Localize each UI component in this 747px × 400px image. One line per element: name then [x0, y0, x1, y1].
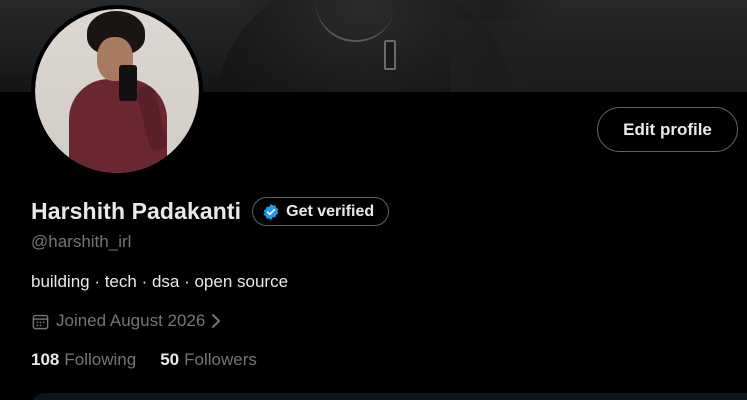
bottom-card	[31, 393, 747, 400]
banner-pendant	[384, 40, 396, 70]
chevron-right-icon	[212, 314, 221, 328]
followers-count: 50	[160, 350, 180, 369]
display-name: Harshith Padakanti	[31, 198, 242, 224]
profile-page: Edit profile Harshith Padakanti Get veri…	[0, 0, 747, 400]
avatar[interactable]	[31, 5, 203, 177]
calendar-icon	[32, 314, 49, 329]
verified-badge-icon	[264, 203, 279, 220]
followers-label: Followers	[184, 350, 257, 369]
following-label: Following	[64, 350, 137, 369]
get-verified-label: Get verified	[286, 202, 375, 220]
handle: @harshith_irl	[31, 232, 132, 251]
followers-link[interactable]: 50 Followers	[160, 350, 257, 370]
avatar-photo	[35, 9, 199, 173]
banner-trees	[450, 20, 747, 92]
avatar-phone	[119, 65, 137, 101]
following-count: 108	[31, 350, 60, 369]
bio: building · tech · dsa · open source	[31, 272, 289, 291]
follow-stats: 108 Following 50 Followers	[31, 350, 281, 370]
joined-date-row[interactable]: Joined August 2026	[31, 311, 223, 331]
get-verified-button[interactable]: Get verified	[252, 197, 390, 226]
following-link[interactable]: 108 Following	[31, 350, 136, 370]
edit-profile-button[interactable]: Edit profile	[597, 107, 738, 152]
joined-date: Joined August 2026	[56, 311, 206, 330]
name-row: Harshith Padakanti Get verified	[31, 197, 390, 226]
